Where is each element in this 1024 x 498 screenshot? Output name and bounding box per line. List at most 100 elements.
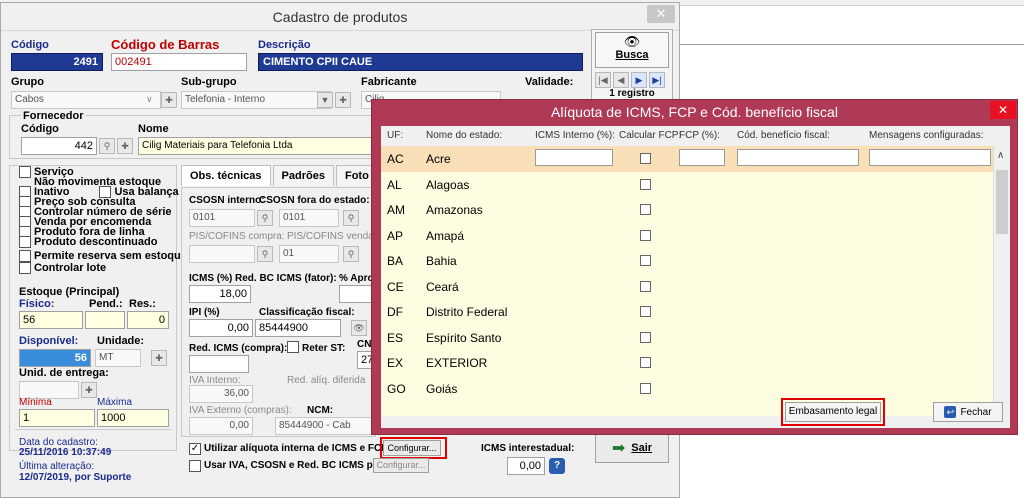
table-row[interactable]: BA Bahia [381, 248, 993, 274]
last-record-icon[interactable]: ▶| [649, 72, 665, 88]
sair-button[interactable]: ➡ Sair [595, 433, 669, 463]
estoque-label: Estoque (Principal) [19, 286, 120, 298]
unidade-label: Unidade: [97, 335, 145, 347]
reter-st-checkbox[interactable] [287, 341, 299, 353]
csosn-fora-select[interactable]: 0101 [279, 209, 339, 227]
grupo-select[interactable]: Cabos [11, 91, 161, 109]
iva-externo-field[interactable]: 0,00 [189, 417, 253, 435]
fcp-input[interactable] [679, 149, 725, 166]
table-row[interactable]: ES Espírito Santo [381, 325, 993, 351]
calcular-fcp-checkbox[interactable] [640, 306, 651, 317]
maxima-field[interactable]: 1000 [97, 409, 169, 427]
barcode-label: Código de Barras [111, 37, 220, 52]
iva-externo-label: IVA Externo (compras): [189, 405, 292, 416]
supplier-name-field[interactable]: Cilig Materiais para Telefonia Ltda [138, 137, 372, 155]
subgrupo-dropdown-icon[interactable]: ▼ [317, 92, 333, 108]
class-fiscal-field[interactable]: 85444900 [255, 319, 341, 337]
add-unit-icon[interactable]: ✚ [151, 350, 167, 366]
description-field[interactable]: CIMENTO CPII CAUE [258, 53, 583, 71]
csosn-interno-select[interactable]: 0101 [189, 209, 255, 227]
table-row[interactable]: CE Ceará [381, 274, 993, 300]
calcular-fcp-checkbox[interactable] [640, 229, 651, 241]
binoculars-icon[interactable]: 👁 [351, 320, 367, 336]
codigo-field[interactable]: 2491 [11, 53, 103, 71]
unidade-select[interactable]: MT [95, 349, 141, 367]
table-row[interactable]: AC Acre [381, 146, 993, 172]
search-icon[interactable]: ⚲ [257, 210, 273, 226]
uf-cell: AL [387, 177, 402, 192]
calcular-fcp-checkbox[interactable] [640, 255, 651, 266]
prev-record-icon[interactable]: ◀ [613, 72, 629, 88]
configurar-iva-button[interactable]: Configurar... [373, 458, 429, 473]
highlight-embasamento [781, 398, 885, 426]
controlar-lote-check[interactable]: Controlar lote [19, 262, 187, 274]
calcular-fcp-checkbox[interactable] [640, 178, 651, 190]
header-icms: ICMS Interno (%): [535, 130, 616, 141]
busca-button[interactable]: 👁 Busca [595, 32, 669, 68]
pend-field [85, 311, 125, 329]
pis-venda-select[interactable]: 01 [279, 245, 339, 263]
tab-strip: Obs. técnicas Padrões Foto [181, 165, 378, 186]
calcular-fcp-checkbox[interactable] [640, 204, 651, 215]
aprox-field[interactable] [339, 285, 373, 303]
record-navigator: |◀ ◀ ▶ ▶| [595, 72, 665, 88]
pis-compra-select[interactable] [189, 245, 255, 263]
scroll-up-icon[interactable]: ∧ [997, 150, 1004, 161]
calcular-fcp-checkbox[interactable] [640, 153, 651, 164]
table-row[interactable]: AP Amapá [381, 223, 993, 249]
calcular-fcp-checkbox[interactable] [640, 280, 651, 292]
barcode-field[interactable]: 002491 [111, 53, 247, 71]
supplier-code-field[interactable]: 442 [21, 137, 97, 155]
state-name-cell: Bahia [426, 254, 457, 268]
exit-door-icon: ➡ [611, 440, 626, 457]
add-subgroup-icon[interactable]: ✚ [335, 92, 351, 108]
table-row[interactable]: DF Distrito Federal [381, 299, 993, 325]
ipi-field[interactable]: 0,00 [189, 319, 253, 337]
state-name-cell: Goiás [426, 381, 458, 396]
usar-iva-checkbox[interactable] [189, 460, 201, 472]
red-icms-compra-field[interactable] [189, 355, 249, 373]
search-icon[interactable]: ⚲ [257, 246, 273, 262]
mensagens-input[interactable] [869, 149, 991, 166]
reserva-sem-estoque-check[interactable]: Permite reserva sem estoque [19, 249, 187, 263]
help-icon[interactable]: ? [549, 458, 565, 474]
tab-obs-tecnicas[interactable]: Obs. técnicas [181, 165, 271, 186]
ncm-field[interactable]: 85444900 - Cab [275, 417, 373, 435]
descontinuado-check[interactable]: Produto descontinuado [19, 236, 187, 248]
table-row[interactable]: GO Goiás [381, 376, 993, 402]
tab-padroes[interactable]: Padrões [272, 165, 334, 186]
table-row[interactable]: AM Amazonas [381, 197, 993, 223]
calcular-fcp-checkbox[interactable] [640, 331, 651, 343]
search-icon[interactable]: ⚲ [343, 246, 359, 262]
table-row[interactable]: AL Alagoas [381, 172, 993, 198]
subgrupo-select[interactable]: Telefonia - Interno [181, 91, 331, 109]
cn-label: CN [357, 339, 372, 350]
search-panel: 👁 Busca |◀ ◀ ▶ ▶| 1 registro [591, 29, 673, 101]
state-name-cell: Amazonas [426, 203, 483, 217]
fechar-button[interactable]: ↩ Fechar [933, 402, 1003, 422]
icms-interno-input[interactable] [535, 149, 613, 166]
grid-scrollbar[interactable]: ∧ ∨ [993, 146, 1010, 416]
minima-field[interactable]: 1 [19, 409, 95, 427]
icms-field[interactable]: 18,00 [189, 285, 251, 303]
dialog-body: UF: Nome do estado: ICMS Interno (%): Ca… [381, 126, 1010, 428]
close-icon[interactable]: ✕ [647, 5, 675, 23]
add-supplier-icon[interactable]: ✚ [117, 138, 133, 154]
ultima-alteracao-label: Última alteração: [19, 461, 95, 472]
exit-icon: ↩ [944, 406, 957, 418]
icms-interestadual-field[interactable]: 0,00 [507, 457, 545, 475]
cod-beneficio-input[interactable] [737, 149, 859, 166]
table-row[interactable]: EX EXTERIOR [381, 350, 993, 376]
search-supplier-icon[interactable]: ⚲ [99, 138, 115, 154]
calcular-fcp-checkbox[interactable] [640, 382, 651, 394]
iva-interno-field[interactable]: 36,00 [189, 385, 253, 403]
add-group-icon[interactable]: ✚ [161, 92, 177, 108]
add-delivery-unit-icon[interactable]: ✚ [81, 382, 97, 398]
first-record-icon[interactable]: |◀ [595, 72, 611, 88]
scrollbar-thumb[interactable] [996, 170, 1008, 234]
next-record-icon[interactable]: ▶ [631, 72, 647, 88]
close-icon[interactable]: ✕ [990, 101, 1016, 119]
utilizar-aliquota-checkbox[interactable]: ✓ [189, 443, 201, 455]
calcular-fcp-checkbox[interactable] [640, 357, 651, 368]
search-icon[interactable]: ⚲ [343, 210, 359, 226]
